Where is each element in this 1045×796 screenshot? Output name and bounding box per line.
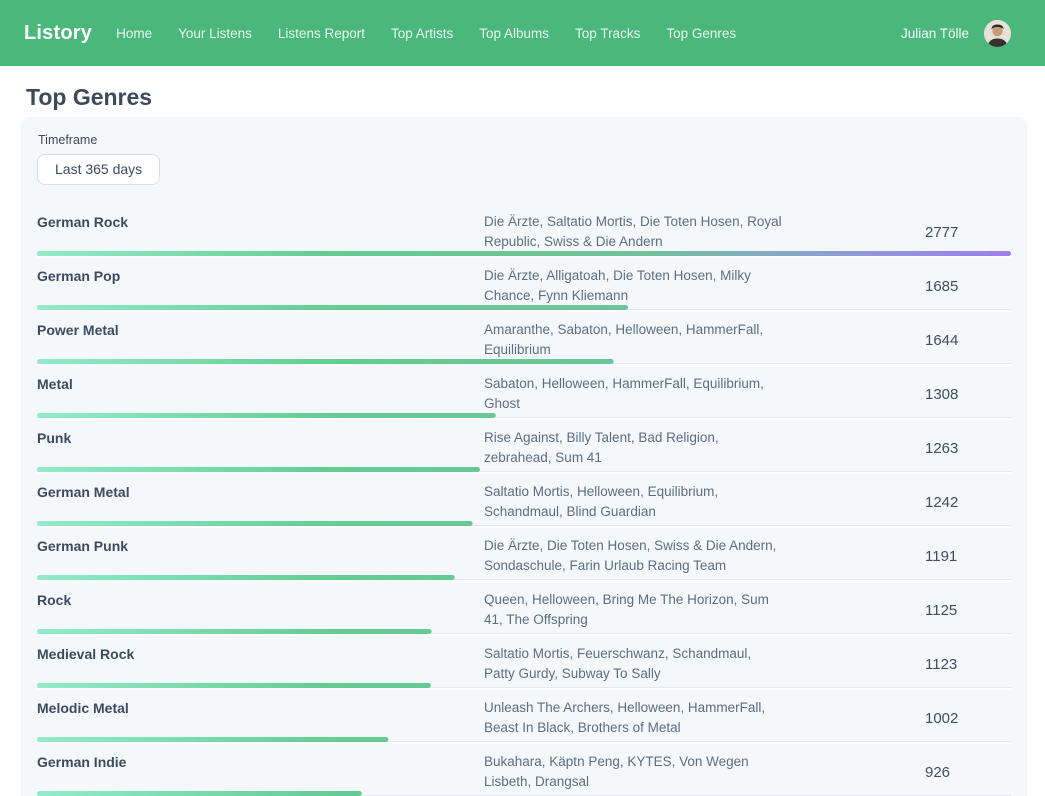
genre-bar — [37, 629, 1011, 634]
genre-bar — [37, 467, 1011, 472]
genre-name: Rock — [37, 590, 484, 630]
genre-name: Melodic Metal — [37, 698, 484, 738]
genre-bar — [37, 359, 1011, 364]
genre-count: 1125 — [784, 602, 1011, 619]
timeframe-filter: Timeframe Last 365 days — [37, 133, 1011, 185]
genre-row: German Indie Bukahara, Käptn Peng, KYTES… — [37, 744, 1011, 796]
genre-row: Metal Sabaton, Helloween, HammerFall, Eq… — [37, 366, 1011, 420]
genre-bar — [37, 305, 1011, 310]
genre-name: German Rock — [37, 212, 484, 252]
nav-item-home[interactable]: Home — [116, 26, 152, 41]
genre-bar — [37, 791, 1011, 796]
genre-name: German Pop — [37, 266, 484, 306]
genre-bar — [37, 737, 1011, 742]
genre-row: German Pop Die Ärzte, Alligatoah, Die To… — [37, 258, 1011, 312]
bar-fill — [37, 251, 1011, 256]
nav-item-top-tracks[interactable]: Top Tracks — [575, 26, 640, 41]
genre-artists: Die Ärzte, Alligatoah, Die Toten Hosen, … — [484, 266, 784, 306]
genre-count: 926 — [784, 764, 1011, 781]
page-title: Top Genres — [26, 84, 1045, 111]
main-nav: Home Your Listens Listens Report Top Art… — [116, 26, 736, 41]
app-header: Listory Home Your Listens Listens Report… — [0, 0, 1045, 66]
genre-count: 1644 — [784, 332, 1011, 349]
genre-row: Medieval Rock Saltatio Mortis, Feuerschw… — [37, 636, 1011, 690]
genre-artists: Bukahara, Käptn Peng, KYTES, Von Wegen L… — [484, 752, 784, 792]
genre-artists: Saltatio Mortis, Helloween, Equilibrium,… — [484, 482, 784, 522]
genre-name: German Indie — [37, 752, 484, 792]
genre-row: Rock Queen, Helloween, Bring Me The Hori… — [37, 582, 1011, 636]
genre-name: Power Metal — [37, 320, 484, 360]
genre-count: 1263 — [784, 440, 1011, 457]
genre-artists: Rise Against, Billy Talent, Bad Religion… — [484, 428, 784, 468]
genre-count: 1242 — [784, 494, 1011, 511]
timeframe-select[interactable]: Last 365 days — [37, 154, 160, 185]
genre-bar — [37, 683, 1011, 688]
genre-artists: Die Ärzte, Die Toten Hosen, Swiss & Die … — [484, 536, 784, 576]
genre-count: 1308 — [784, 386, 1011, 403]
genre-bar — [37, 521, 1011, 526]
brand-logo[interactable]: Listory — [24, 22, 92, 45]
nav-item-top-albums[interactable]: Top Albums — [479, 26, 549, 41]
genre-count: 1002 — [784, 710, 1011, 727]
genre-artists: Die Ärzte, Saltatio Mortis, Die Toten Ho… — [484, 212, 784, 252]
timeframe-label: Timeframe — [38, 133, 1011, 148]
genre-name: German Punk — [37, 536, 484, 576]
genre-bar — [37, 251, 1011, 256]
genre-count: 1685 — [784, 278, 1011, 295]
nav-item-top-genres[interactable]: Top Genres — [666, 26, 736, 41]
genre-artists: Amaranthe, Sabaton, Helloween, HammerFal… — [484, 320, 784, 360]
genre-artists: Queen, Helloween, Bring Me The Horizon, … — [484, 590, 784, 630]
genre-row: German Rock Die Ärzte, Saltatio Mortis, … — [37, 204, 1011, 258]
genre-row: German Metal Saltatio Mortis, Helloween,… — [37, 474, 1011, 528]
genre-table: German Rock Die Ärzte, Saltatio Mortis, … — [37, 204, 1011, 796]
genre-row: German Punk Die Ärzte, Die Toten Hosen, … — [37, 528, 1011, 582]
genre-row: Power Metal Amaranthe, Sabaton, Hellowee… — [37, 312, 1011, 366]
user-avatar-icon[interactable] — [984, 20, 1011, 47]
main-content: Top Genres Timeframe Last 365 days Germa… — [0, 84, 1045, 796]
genre-count: 2777 — [784, 224, 1011, 241]
nav-item-top-artists[interactable]: Top Artists — [391, 26, 453, 41]
genre-artists: Unleash The Archers, Helloween, HammerFa… — [484, 698, 784, 738]
genre-bar — [37, 575, 1011, 580]
genre-artists: Sabaton, Helloween, HammerFall, Equilibr… — [484, 374, 784, 414]
genre-bar — [37, 413, 1011, 418]
nav-item-listens-report[interactable]: Listens Report — [278, 26, 365, 41]
genre-row: Punk Rise Against, Billy Talent, Bad Rel… — [37, 420, 1011, 474]
genre-name: German Metal — [37, 482, 484, 522]
top-genres-card: Timeframe Last 365 days German Rock Die … — [21, 117, 1027, 796]
genre-name: Metal — [37, 374, 484, 414]
genre-row: Melodic Metal Unleash The Archers, Hello… — [37, 690, 1011, 744]
genre-count: 1191 — [784, 548, 1011, 565]
genre-name: Medieval Rock — [37, 644, 484, 684]
genre-count: 1123 — [784, 656, 1011, 673]
genre-name: Punk — [37, 428, 484, 468]
genre-artists: Saltatio Mortis, Feuerschwanz, Schandmau… — [484, 644, 784, 684]
nav-item-your-listens[interactable]: Your Listens — [178, 26, 252, 41]
user-name[interactable]: Julian Tölle — [901, 26, 969, 41]
